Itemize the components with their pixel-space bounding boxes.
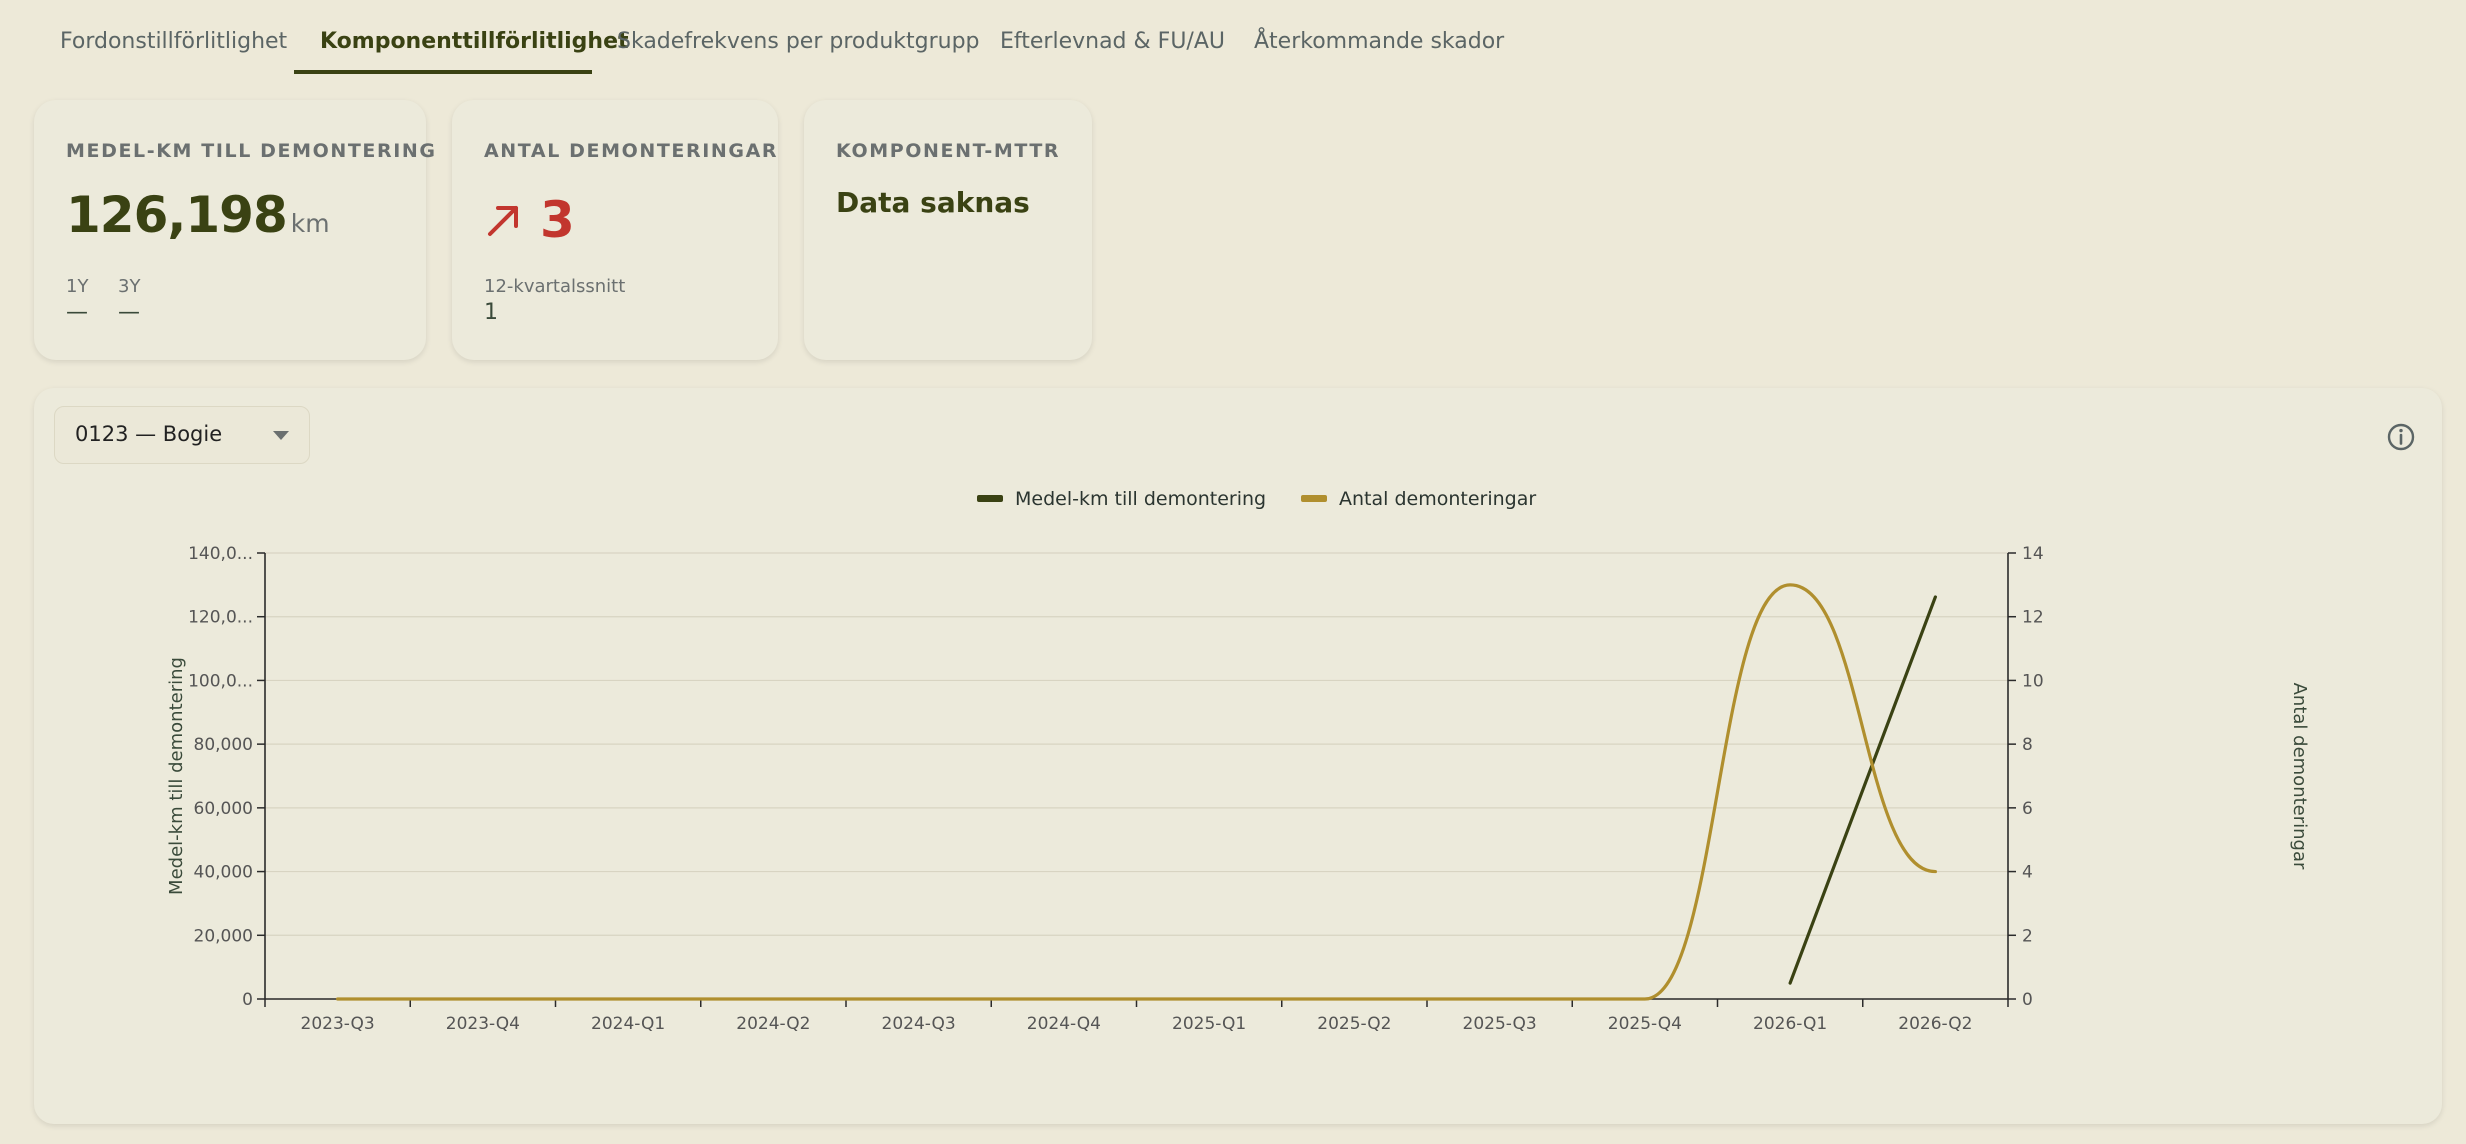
x-tick-label: 2025-Q4 (1608, 1014, 1682, 1034)
y2-tick-label: 2 (2022, 926, 2033, 946)
y-tick-label: 60,000 (194, 799, 253, 819)
kpi-sub-label: 12-kvartalssnitt (484, 276, 626, 297)
y-tick-label: 120,0... (188, 608, 253, 628)
tab-aterkommande-skador[interactable]: Återkommande skador (1254, 0, 1504, 72)
y2-tick-label: 6 (2022, 799, 2033, 819)
x-tick-label: 2024-Q4 (1027, 1014, 1101, 1034)
legend-label: Antal demonteringar (1339, 488, 1536, 510)
kpi-title: KOMPONENT-MTTR (836, 140, 1061, 162)
kpi-sub-value-3y: — (118, 300, 140, 325)
y2-tick-label: 4 (2022, 863, 2033, 883)
y2-axis-title: Antal demonteringar (2289, 683, 2310, 870)
kpi-sub-label-1y: 1Y (66, 276, 89, 297)
tab-skadefrekvens[interactable]: Skadefrekvens per produktgrupp (617, 0, 980, 72)
y2-tick-label: 12 (2022, 608, 2044, 628)
y-tick-label: 100,0... (188, 671, 253, 691)
y2-tick-label: 8 (2022, 735, 2033, 755)
kpi-title: MEDEL-KM TILL DEMONTERING (66, 140, 437, 162)
legend-swatch (977, 495, 1003, 502)
legend-label: Medel-km till demontering (1015, 488, 1266, 510)
x-tick-label: 2024-Q3 (882, 1014, 956, 1034)
x-tick-label: 2025-Q1 (1172, 1014, 1246, 1034)
tab-fordonstillforlitlighet[interactable]: Fordonstillförlitlighet (60, 0, 287, 72)
x-tick-label: 2025-Q2 (1317, 1014, 1391, 1034)
y2-tick-label: 14 (2022, 544, 2044, 564)
legend-swatch (1301, 495, 1327, 502)
arrow-up-right-icon (488, 206, 518, 236)
y-tick-label: 80,000 (194, 735, 253, 755)
y2-tick-label: 0 (2022, 990, 2033, 1010)
x-tick-label: 2026-Q2 (1898, 1014, 1972, 1034)
y-tick-label: 0 (242, 990, 253, 1010)
x-tick-label: 2023-Q3 (301, 1014, 375, 1034)
kpi-trend: 3 (484, 190, 575, 250)
kpi-card-mean-km: MEDEL-KM TILL DEMONTERING 126,198 km 1Y —… (34, 100, 435, 360)
series-line-1 (1788, 595, 1937, 985)
kpi-card-count: ANTAL DEMONTERINGAR 3 12-kvartalssnitt 1 (452, 100, 778, 360)
y-axis-title: Medel-km till demontering (166, 657, 187, 895)
x-tick-label: 2024-Q1 (591, 1014, 665, 1034)
y-tick-label: 20,000 (194, 926, 253, 946)
x-tick-label: 2025-Q3 (1463, 1014, 1537, 1034)
active-tab-indicator (294, 70, 592, 74)
x-tick-label: 2023-Q4 (446, 1014, 520, 1034)
line-chart: 0 20,000 40,000 60,000 80,000 100,0... 120,0..… (166, 488, 2310, 1034)
tab-komponenttillforlitlighet[interactable]: Komponenttillförlitlighet (320, 0, 629, 72)
tab-efterlevnad[interactable]: Efterlevnad & FU/AU (1000, 0, 1225, 72)
chart-panel: 0123 — Bogie 0 20,000 40,000 60,000 80,000 10… (34, 388, 2442, 1124)
kpi-number: 126,198 (66, 186, 288, 244)
kpi-card-mttr: KOMPONENT-MTTR Data saknas (804, 100, 1092, 360)
kpi-sub-label-3y: 3Y (118, 276, 141, 297)
kpi-value: 126,198 km (66, 186, 330, 244)
kpi-unit: km (290, 209, 330, 238)
series-line-2 (336, 583, 1937, 1001)
x-tick-label: 2024-Q2 (736, 1014, 810, 1034)
kpi-title: ANTAL DEMONTERINGAR (484, 140, 779, 162)
kpi-number: 3 (540, 191, 575, 249)
tab-bar: Fordonstillförlitlighet Komponenttillför… (0, 0, 2466, 74)
kpi-value: Data saknas (836, 186, 1030, 219)
kpi-sub-value-1y: — (66, 300, 88, 325)
kpi-sub-value: 1 (484, 300, 498, 325)
y-tick-label: 40,000 (194, 863, 253, 883)
y-tick-label: 140,0... (188, 544, 253, 564)
x-tick-label: 2026-Q1 (1753, 1014, 1827, 1034)
y2-tick-label: 10 (2022, 671, 2044, 691)
